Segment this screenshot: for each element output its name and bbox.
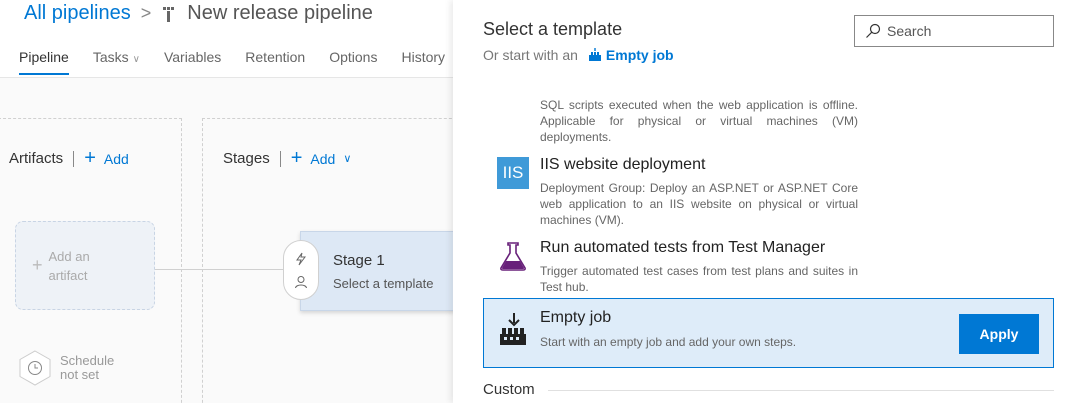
stages-title: Stages [223,150,270,167]
search-input[interactable]: Search [854,15,1054,47]
empty-job-icon [500,313,526,345]
page-header: All pipelines > New release pipeline Pip… [0,0,460,78]
add-artifact-label: Add [103,150,129,167]
empty-job-icon [588,48,601,61]
schedule-text: Schedule not set [60,354,114,382]
template-item-test-manager[interactable]: Run automated tests from Test Manager Tr… [483,236,1053,294]
tab-pipeline[interactable]: Pipeline [19,49,69,75]
stage-subtitle: Select a template [333,276,434,291]
plus-icon: + [290,147,303,169]
pipeline-canvas: All pipelines > New release pipeline Pip… [0,0,460,403]
clock-icon [19,350,51,386]
schedule-line1: Schedule [60,353,115,368]
approver-person-icon[interactable] [294,275,308,289]
template-item-iis[interactable]: IIS IIS website deployment Deployment Gr… [483,153,1053,229]
add-artifact-text: Add an artifact [49,247,90,285]
apply-button[interactable]: Apply [959,314,1039,354]
template-description: Start with an empty job and add your own… [540,335,797,349]
template-name: Run automated tests from Test Manager [540,239,826,256]
add-artifact-button[interactable]: + Add [84,147,129,170]
add-artifact-card[interactable]: + Add an artifact [15,221,155,310]
chevron-down-icon: ∨ [343,153,352,165]
divider [73,150,75,167]
divider [548,390,1054,391]
add-artifact-line1: Add an [48,248,90,264]
tab-retention[interactable]: Retention [245,49,305,75]
stage-card[interactable]: Stage 1 Select a template [300,231,460,311]
tab-bar: Pipeline Tasks ∨ Variables Retention Opti… [19,49,460,75]
template-description: Deployment Group: Deploy an ASP.NET or A… [540,181,858,227]
search-placeholder: Search [887,23,932,39]
search-icon [866,23,881,38]
template-description: Trigger automated test cases from test p… [540,264,858,294]
divider [279,150,281,167]
panel-subtitle: Or start with an Empty job [483,47,674,63]
breadcrumb-all-pipelines[interactable]: All pipelines [24,2,131,25]
custom-section-heading: Custom [483,381,535,398]
plus-icon: + [32,255,43,275]
iis-icon: IIS [497,157,529,189]
tab-history[interactable]: History [401,49,445,75]
panel-subtitle-text: Or start with an [483,47,578,63]
add-stage-button[interactable]: + Add ∨ [291,147,352,170]
pre-deployment-conditions-icon[interactable] [294,252,308,266]
empty-job-link[interactable]: Empty job [588,47,674,63]
template-name: IIS website deployment [540,156,706,173]
iis-icon-text: IIS [502,163,524,182]
add-artifact-line2: artifact [48,267,88,283]
tab-variables[interactable]: Variables [164,49,221,75]
flask-icon [500,242,526,271]
panel-title: Select a template [483,19,623,39]
stage-name: Stage 1 [333,252,385,269]
schedule-trigger[interactable]: Schedule not set [18,350,114,386]
tab-options[interactable]: Options [329,49,377,75]
page-title: New release pipeline [187,2,373,24]
stages-header: Stages + Add ∨ [223,147,351,170]
artifacts-title: Artifacts [9,150,64,167]
tab-tasks-label: Tasks [92,49,129,65]
empty-job-link-label: Empty job [605,47,674,63]
template-name: Empty job [540,309,612,326]
breadcrumb-separator: > [140,3,152,23]
template-description: SQL scripts executed when the web applic… [540,98,858,144]
breadcrumb: All pipelines > New release pipeline [24,2,373,25]
release-pipeline-icon [163,6,175,22]
select-template-panel: Select a template Or start with an Empty… [453,0,1074,403]
add-stage-label: Add [310,150,336,167]
tab-tasks[interactable]: Tasks ∨ [93,49,140,75]
chevron-down-icon: ∨ [132,54,140,65]
artifacts-header: Artifacts + Add [9,147,129,170]
plus-icon: + [84,147,96,169]
template-item-empty-job-selected[interactable]: Empty job Start with an empty job and ad… [483,298,1054,368]
schedule-line2: not set [60,367,100,382]
artifact-stage-connector [155,269,285,270]
stage-conditions-pill [283,240,319,300]
template-item[interactable]: SQL scripts executed when the web applic… [483,97,1053,145]
